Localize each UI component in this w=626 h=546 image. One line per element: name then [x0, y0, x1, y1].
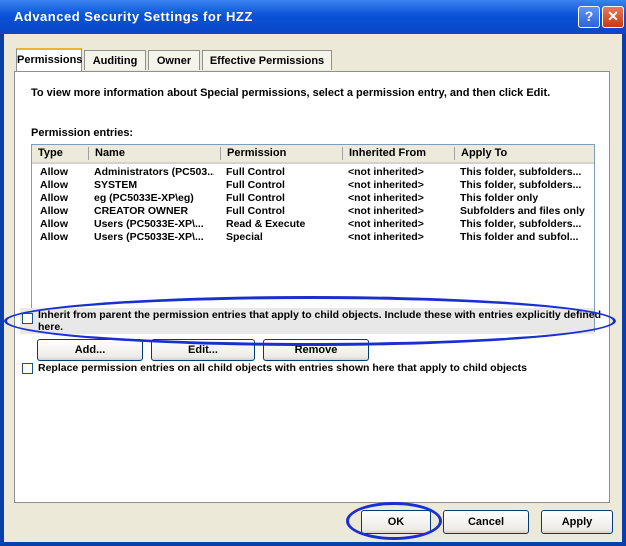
list-item[interactable]: Allow Users (PC5033E-XP\... Special <not…	[32, 232, 594, 243]
cell-inherited-from: <not inherited>	[348, 206, 424, 217]
list-item[interactable]: Allow eg (PC5033E-XP\eg) Full Control <n…	[32, 193, 594, 204]
add-button[interactable]: Add...	[37, 339, 143, 361]
permission-entries-label: Permission entries:	[31, 127, 134, 139]
cancel-button[interactable]: Cancel	[443, 510, 529, 534]
replace-checkbox-label: Replace permission entries on all child …	[38, 362, 527, 374]
cell-apply-to: This folder, subfolders...	[460, 219, 582, 230]
cell-name: eg (PC5033E-XP\eg)	[94, 193, 194, 204]
column-header-apply-to[interactable]: Apply To	[454, 147, 591, 160]
window-title: Advanced Security Settings for HZZ	[14, 9, 253, 24]
column-header-permission[interactable]: Permission	[220, 147, 327, 160]
cell-name: CREATOR OWNER	[94, 206, 189, 217]
title-bar[interactable]: Advanced Security Settings for HZZ ? ✕	[0, 0, 626, 34]
help-icon: ?	[584, 8, 594, 24]
list-item[interactable]: Allow CREATOR OWNER Full Control <not in…	[32, 206, 594, 217]
cell-inherited-from: <not inherited>	[348, 167, 424, 178]
cell-type: Allow	[40, 180, 68, 191]
annotation-ellipse-ok	[346, 502, 442, 540]
annotation-ellipse-inherit	[4, 296, 616, 346]
column-header-inherited-from[interactable]: Inherited From	[342, 147, 449, 160]
cell-inherited-from: <not inherited>	[348, 232, 424, 243]
list-header: Type Name Permission Inherited From Appl…	[32, 145, 594, 164]
close-icon: ✕	[607, 8, 619, 24]
cell-name: SYSTEM	[94, 180, 138, 191]
cell-name: Users (PC5033E-XP\...	[94, 219, 204, 230]
cell-permission: Full Control	[226, 167, 285, 178]
cell-permission: Full Control	[226, 180, 285, 191]
replace-checkbox[interactable]	[22, 363, 33, 374]
list-item[interactable]: Allow SYSTEM Full Control <not inherited…	[32, 180, 594, 191]
cell-permission: Full Control	[226, 193, 285, 204]
info-text: To view more information about Special p…	[31, 87, 551, 99]
cell-inherited-from: <not inherited>	[348, 193, 424, 204]
cell-type: Allow	[40, 232, 68, 243]
cell-name: Users (PC5033E-XP\...	[94, 232, 204, 243]
cell-type: Allow	[40, 219, 68, 230]
tab-auditing[interactable]: Auditing	[84, 50, 146, 70]
tab-owner[interactable]: Owner	[148, 50, 200, 70]
tab-permissions[interactable]: Permissions	[16, 48, 82, 72]
cell-inherited-from: <not inherited>	[348, 219, 424, 230]
tab-effective-permissions[interactable]: Effective Permissions	[202, 50, 332, 70]
help-button[interactable]: ?	[578, 6, 600, 28]
cell-apply-to: Subfolders and files only	[460, 206, 585, 217]
permissions-panel: To view more information about Special p…	[14, 71, 610, 503]
cell-apply-to: This folder, subfolders...	[460, 180, 582, 191]
apply-button[interactable]: Apply	[541, 510, 613, 534]
cell-type: Allow	[40, 193, 68, 204]
list-item[interactable]: Allow Administrators (PC503... Full Cont…	[32, 167, 594, 178]
cell-apply-to: This folder, subfolders...	[460, 167, 582, 178]
cell-inherited-from: <not inherited>	[348, 180, 424, 191]
column-header-name[interactable]: Name	[88, 147, 215, 160]
cell-type: Allow	[40, 167, 68, 178]
cell-permission: Read & Execute	[226, 219, 306, 230]
column-header-type[interactable]: Type	[32, 147, 78, 160]
cell-permission: Special	[226, 232, 263, 243]
cell-apply-to: This folder and subfol...	[460, 232, 579, 243]
cell-permission: Full Control	[226, 206, 285, 217]
cell-type: Allow	[40, 206, 68, 217]
cell-apply-to: This folder only	[460, 193, 539, 204]
list-item[interactable]: Allow Users (PC5033E-XP\... Read & Execu…	[32, 219, 594, 230]
cell-name: Administrators (PC503...	[94, 167, 214, 178]
close-button[interactable]: ✕	[602, 6, 624, 28]
